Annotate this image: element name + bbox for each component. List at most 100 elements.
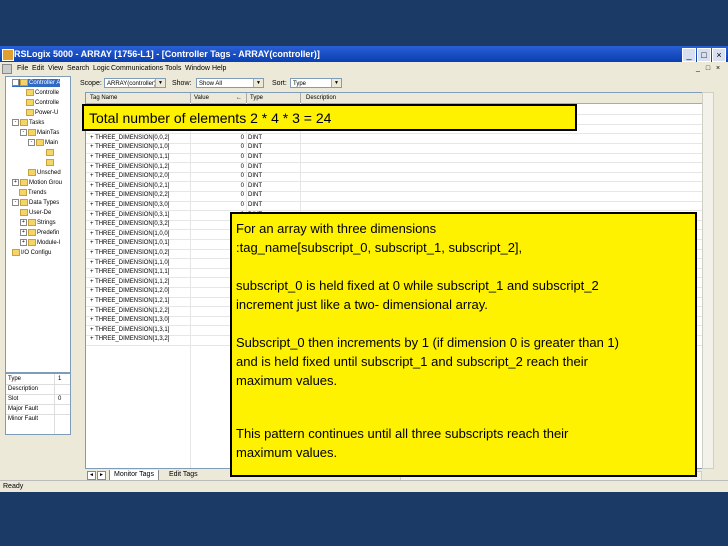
type-cell: DINT: [248, 154, 262, 160]
value-cell[interactable]: 0: [196, 191, 244, 200]
tag-name-cell: + THREE_DIMENSION[0,3,1]: [90, 211, 170, 218]
prop-label: Description: [8, 386, 39, 392]
scope-dropdown[interactable]: ARRAY(controller) ▼: [104, 78, 166, 88]
tree-item-trends[interactable]: Trends: [19, 189, 46, 197]
expand-icon[interactable]: +: [12, 179, 19, 186]
chevron-down-icon[interactable]: ▼: [253, 79, 263, 87]
table-header: Tag Name Value ← Type Description: [86, 93, 702, 104]
menu-tools[interactable]: Tools: [165, 62, 181, 75]
expand-icon[interactable]: +: [20, 239, 27, 246]
tree-item-strings[interactable]: + Strings: [20, 219, 56, 227]
callout-line: increment just like a two- dimensional a…: [236, 297, 488, 312]
prop-label: Slot: [8, 396, 19, 402]
value-cell[interactable]: 0: [196, 143, 244, 152]
value-cell[interactable]: 0: [196, 134, 244, 143]
document-icon[interactable]: [2, 64, 12, 74]
callout-line: Subscript_0 then increments by 1 (if dim…: [236, 335, 619, 350]
controller-organizer: - Controller A Controlle Controlle Power-…: [5, 76, 71, 373]
tree-item-mainprogram[interactable]: - Main: [28, 139, 58, 147]
tree-item[interactable]: [46, 159, 55, 167]
collapse-icon[interactable]: -: [12, 79, 19, 86]
tag-name-cell: + THREE_DIMENSION[0,1,2]: [90, 163, 170, 170]
prop-value: 0: [58, 396, 62, 402]
column-header-description[interactable]: Description: [306, 93, 336, 103]
folder-icon: [20, 199, 28, 206]
tree-item-module-defined[interactable]: + Module-I: [20, 239, 60, 247]
table-row[interactable]: + THREE_DIMENSION[0,1,0] 0 DINT: [86, 143, 702, 152]
menu-communications[interactable]: Communications: [111, 62, 163, 75]
table-row[interactable]: + THREE_DIMENSION[0,2,2] 0 DINT: [86, 191, 702, 200]
callout-line: This pattern continues until all three s…: [236, 426, 569, 441]
minimize-button[interactable]: _: [682, 48, 696, 62]
tag-name-cell: + THREE_DIMENSION[1,0,2]: [90, 250, 170, 256]
value-cell[interactable]: 0: [196, 163, 244, 172]
menu-bar: File Edit View Search Logic Communicatio…: [0, 62, 728, 75]
maximize-button[interactable]: □: [697, 48, 711, 62]
tab-edit-tags[interactable]: Edit Tags: [165, 470, 202, 480]
mdi-minimize-button[interactable]: _: [694, 65, 702, 73]
tree-item-tasks[interactable]: - Tasks: [12, 119, 44, 127]
status-text: Ready: [3, 483, 24, 490]
show-dropdown[interactable]: Show All ▼: [196, 78, 264, 88]
tree-item-motion-groups[interactable]: + Motion Grou: [12, 179, 62, 187]
tag-name-cell: + THREE_DIMENSION[1,0,0]: [90, 230, 170, 237]
collapse-icon[interactable]: -: [12, 119, 19, 126]
callout-line: maximum values.: [236, 373, 338, 388]
tab-prev-icon[interactable]: ◄: [87, 471, 96, 480]
tag-name-cell: + THREE_DIMENSION[0,3,2]: [90, 221, 170, 228]
value-cell[interactable]: 0: [196, 172, 244, 181]
expand-icon[interactable]: +: [20, 229, 27, 236]
tab-next-icon[interactable]: ►: [97, 471, 106, 480]
table-row[interactable]: + THREE_DIMENSION[0,1,2] 0 DINT: [86, 163, 702, 172]
menu-view[interactable]: View: [48, 62, 63, 75]
table-row[interactable]: + THREE_DIMENSION[0,3,0] 0 DINT: [86, 201, 702, 210]
chevron-down-icon[interactable]: ▼: [155, 79, 165, 87]
table-row[interactable]: + THREE_DIMENSION[0,2,1] 0 DINT: [86, 182, 702, 191]
table-row[interactable]: + THREE_DIMENSION[0,1,1] 0 DINT: [86, 153, 702, 162]
menu-help[interactable]: Help: [212, 62, 226, 75]
tree-item[interactable]: Power-U: [26, 109, 58, 117]
expand-icon[interactable]: +: [20, 219, 27, 226]
value-cell[interactable]: 0: [196, 201, 244, 210]
menu-edit[interactable]: Edit: [32, 62, 44, 75]
collapse-icon[interactable]: -: [28, 139, 35, 146]
menu-search[interactable]: Search: [67, 62, 89, 75]
type-cell: DINT: [248, 192, 262, 199]
collapse-icon[interactable]: -: [12, 199, 19, 206]
mdi-restore-button[interactable]: □: [704, 65, 712, 73]
collapse-icon[interactable]: -: [20, 129, 27, 136]
sort-dropdown[interactable]: Type ▼: [290, 78, 342, 88]
column-header-tag-name[interactable]: Tag Name: [90, 93, 117, 103]
total-elements-callout: Total number of elements 2 * 4 * 3 = 24: [82, 104, 577, 131]
menu-logic[interactable]: Logic: [93, 62, 110, 75]
tag-name-cell: + THREE_DIMENSION[0,1,0]: [90, 144, 170, 151]
status-bar: Ready: [0, 480, 728, 492]
folder-icon: [20, 209, 28, 216]
sort-label: Sort:: [272, 80, 287, 87]
tag-icon: [26, 99, 34, 106]
tree-item-user-defined[interactable]: User-De: [20, 209, 51, 217]
table-row[interactable]: + THREE_DIMENSION[0,2,0] 0 DINT: [86, 172, 702, 181]
tree-item-predefined[interactable]: + Predefin: [20, 229, 59, 237]
menu-file[interactable]: File: [17, 62, 28, 75]
chevron-down-icon[interactable]: ▼: [331, 79, 341, 87]
tree-item-io-configuration[interactable]: I/O Configu: [12, 249, 51, 257]
value-cell[interactable]: 0: [196, 153, 244, 162]
tree-item[interactable]: Controlle: [26, 89, 59, 97]
tag-name-cell: + THREE_DIMENSION[1,1,2]: [90, 278, 170, 285]
value-cell[interactable]: 0: [196, 182, 244, 191]
menu-window[interactable]: Window: [185, 62, 210, 75]
tree-item-controller[interactable]: - Controller A: [12, 79, 61, 87]
vertical-scrollbar[interactable]: [702, 92, 714, 469]
tree-item-unscheduled[interactable]: Unsched: [28, 169, 61, 177]
mdi-close-button[interactable]: ×: [714, 65, 722, 73]
tag-name-cell: + THREE_DIMENSION[0,2,0]: [90, 173, 170, 180]
tree-item[interactable]: Controlle: [26, 99, 59, 107]
column-header-type[interactable]: Type: [250, 93, 263, 103]
column-header-value[interactable]: Value: [194, 93, 209, 103]
tree-item-maintask[interactable]: - MainTas: [20, 129, 59, 137]
tree-item[interactable]: [46, 149, 55, 157]
tree-item-data-types[interactable]: - Data Types: [12, 199, 59, 207]
table-row[interactable]: + THREE_DIMENSION[0,0,2] 0 DINT: [86, 134, 702, 143]
close-button[interactable]: ×: [712, 48, 726, 62]
